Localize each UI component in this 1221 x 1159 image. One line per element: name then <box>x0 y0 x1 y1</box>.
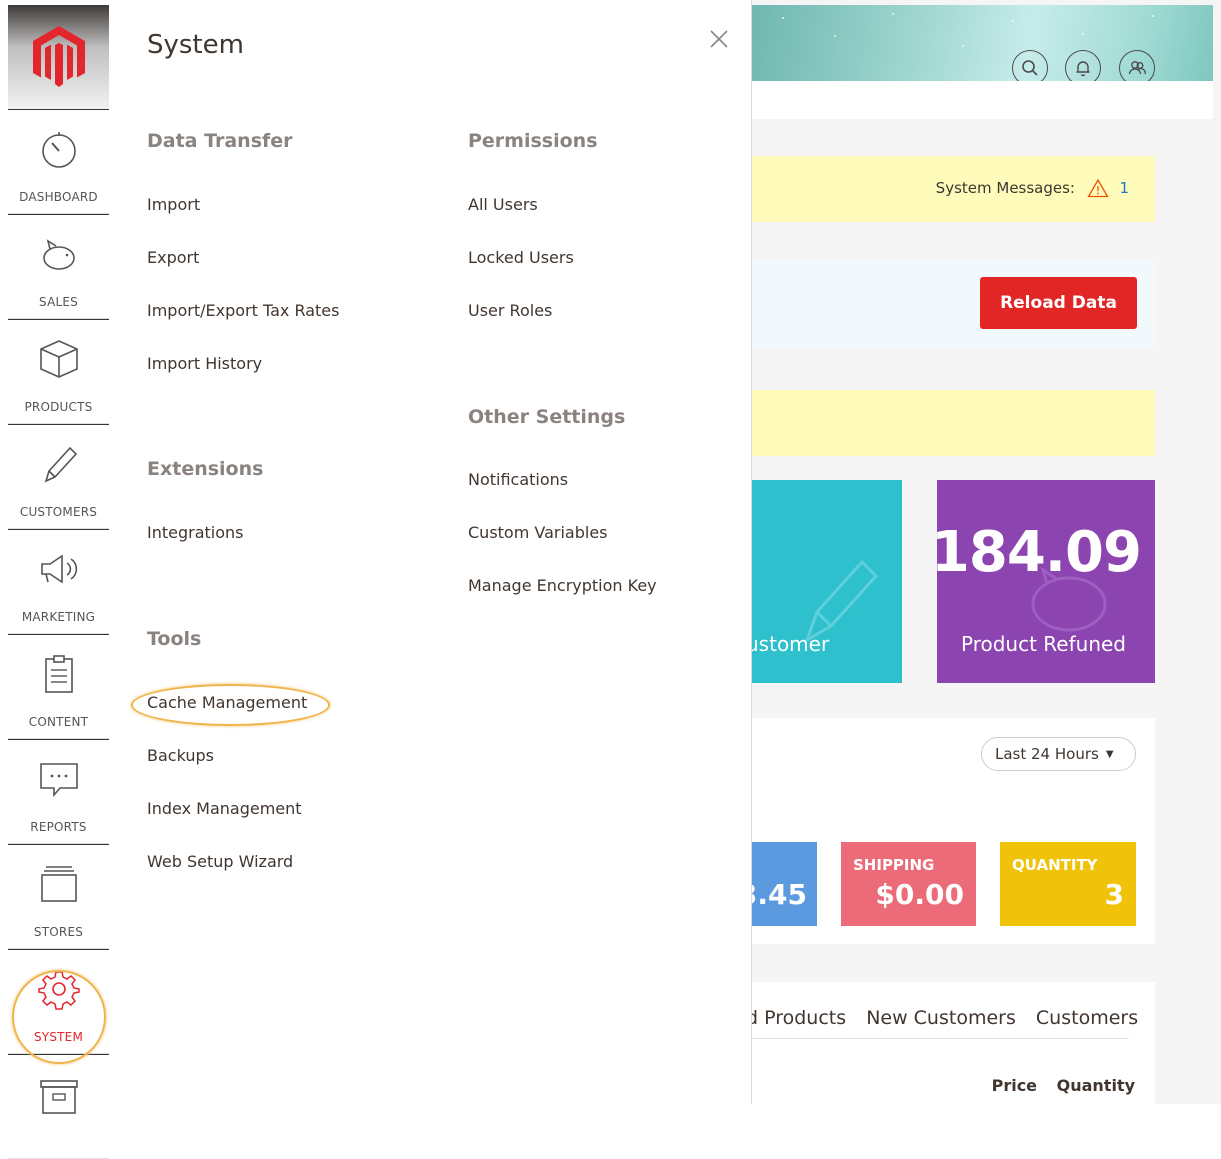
menu-link-import-export-tax-rates[interactable]: Import/Export Tax Rates <box>147 301 339 320</box>
customer-tile[interactable]: ustomer <box>752 480 902 683</box>
notice-bar <box>752 390 1155 456</box>
sidebar-item-content[interactable]: CONTENT <box>8 635 109 739</box>
magento-logo-icon <box>32 26 85 87</box>
reload-data-button[interactable]: Reload Data <box>980 277 1137 329</box>
system-messages-bar: System Messages: 1 <box>752 156 1155 222</box>
system-messages-count[interactable]: 1 <box>1119 179 1129 197</box>
section-extensions: Extensions <box>147 458 264 480</box>
sidebar-item-label: DASHBOARD <box>19 190 98 204</box>
grid-column-headers: Price Quantity <box>978 1076 1135 1095</box>
section-permissions: Permissions <box>468 130 598 152</box>
sidebar-item-label: SALES <box>39 295 78 309</box>
admin-sidebar: DASHBOARD SALES PRODUCTS CUSTOMERS MARKE… <box>8 5 109 1159</box>
tab-new-customers[interactable]: New Customers <box>866 1007 1016 1029</box>
menu-link-locked-users[interactable]: Locked Users <box>468 248 574 267</box>
megaphone-icon <box>41 554 78 584</box>
stat-quantity-label: QUANTITY <box>1012 856 1098 874</box>
menu-link-import-history[interactable]: Import History <box>147 354 262 373</box>
menu-link-all-users[interactable]: All Users <box>468 195 538 214</box>
system-messages-label: System Messages: <box>935 179 1075 197</box>
stats-panel: Last 24 Hours ▼ 3.45 SHIPPING $0.00 QUAN… <box>752 718 1155 944</box>
stat-quantity: QUANTITY 3 <box>1000 842 1136 926</box>
menu-link-export[interactable]: Export <box>147 248 199 267</box>
grid-panel: d Products New Customers Customers Price… <box>752 982 1155 1104</box>
column-price[interactable]: Price <box>992 1076 1037 1095</box>
stat-partial-value: 3.45 <box>752 878 807 911</box>
piggy-bank-icon <box>43 239 75 270</box>
header-banner <box>752 5 1213 86</box>
sidebar-item-label: PRODUCTS <box>24 400 93 414</box>
dashboard-background: System Messages: 1 Reload Data ustomer 1… <box>752 0 1221 1104</box>
menu-link-notifications[interactable]: Notifications <box>468 470 568 489</box>
chat-bubble-icon <box>40 763 78 798</box>
product-refunded-label: Product Refuned <box>961 632 1126 656</box>
sidebar-item-more[interactable] <box>8 1055 109 1159</box>
reload-data-bar: Reload Data <box>752 259 1155 349</box>
dashboard-icon <box>42 132 76 168</box>
sidebar-item-label: CONTENT <box>28 715 89 729</box>
menu-link-user-roles[interactable]: User Roles <box>468 301 552 320</box>
caret-down-icon: ▼ <box>1105 748 1114 760</box>
pencil-icon <box>44 446 78 483</box>
product-refunded-tile[interactable]: 184.09 Product Refuned <box>937 480 1155 683</box>
menu-link-manage-encryption-key[interactable]: Manage Encryption Key <box>468 576 657 595</box>
menu-link-import[interactable]: Import <box>147 195 200 214</box>
period-select-value: Last 24 Hours <box>995 745 1099 763</box>
sidebar-item-label: CUSTOMERS <box>19 505 98 519</box>
customer-tile-label: ustomer <box>752 632 830 656</box>
sidebar-item-label: STORES <box>33 925 84 939</box>
period-select[interactable]: Last 24 Hours ▼ <box>981 737 1136 771</box>
warning-icon <box>1087 178 1109 202</box>
sidebar-item-sales[interactable]: SALES <box>8 215 109 319</box>
column-quantity[interactable]: Quantity <box>1057 1076 1135 1095</box>
stat-partial: 3.45 <box>752 842 817 926</box>
close-icon[interactable] <box>708 28 730 50</box>
sidebar-item-label: REPORTS <box>30 820 87 834</box>
document-icon <box>45 655 73 693</box>
sidebar-item-customers[interactable]: CUSTOMERS <box>8 425 109 529</box>
cache-management-highlight-oval <box>131 684 330 726</box>
stat-shipping: SHIPPING $0.00 <box>841 842 976 926</box>
flyout-title: System <box>147 30 244 60</box>
stat-shipping-value: $0.00 <box>875 878 964 911</box>
archive-icon <box>40 1080 78 1114</box>
sidebar-item-marketing[interactable]: MARKETING <box>8 530 109 634</box>
section-other-settings: Other Settings <box>468 406 626 428</box>
menu-link-web-setup-wizard[interactable]: Web Setup Wizard <box>147 852 293 871</box>
menu-link-backups[interactable]: Backups <box>147 746 214 765</box>
sidebar-item-dashboard[interactable]: DASHBOARD <box>8 110 109 214</box>
tab-customers[interactable]: Customers <box>1036 1007 1138 1029</box>
stat-quantity-value: 3 <box>1104 878 1124 911</box>
sidebar-item-stores[interactable]: STORES <box>8 845 109 949</box>
stat-shipping-label: SHIPPING <box>853 856 935 874</box>
system-highlight-circle <box>12 970 106 1064</box>
sidebar-item-label: MARKETING <box>21 610 96 624</box>
menu-link-custom-variables[interactable]: Custom Variables <box>468 523 608 542</box>
system-flyout-menu: System Data Transfer Import Export Impor… <box>110 0 752 1104</box>
magento-logo[interactable] <box>8 5 109 109</box>
box-icon <box>40 340 78 378</box>
menu-link-integrations[interactable]: Integrations <box>147 523 244 542</box>
dashboard-tabs: d Products New Customers Customers <box>752 1007 1152 1029</box>
sidebar-item-reports[interactable]: REPORTS <box>8 740 109 844</box>
menu-link-index-management[interactable]: Index Management <box>147 799 302 818</box>
sidebar-item-products[interactable]: PRODUCTS <box>8 320 109 424</box>
tab-products[interactable]: d Products <box>752 1007 846 1029</box>
section-data-transfer: Data Transfer <box>147 130 293 152</box>
product-refunded-value: 184.09 <box>937 520 1142 585</box>
store-icon <box>41 866 77 902</box>
section-tools: Tools <box>147 628 202 650</box>
